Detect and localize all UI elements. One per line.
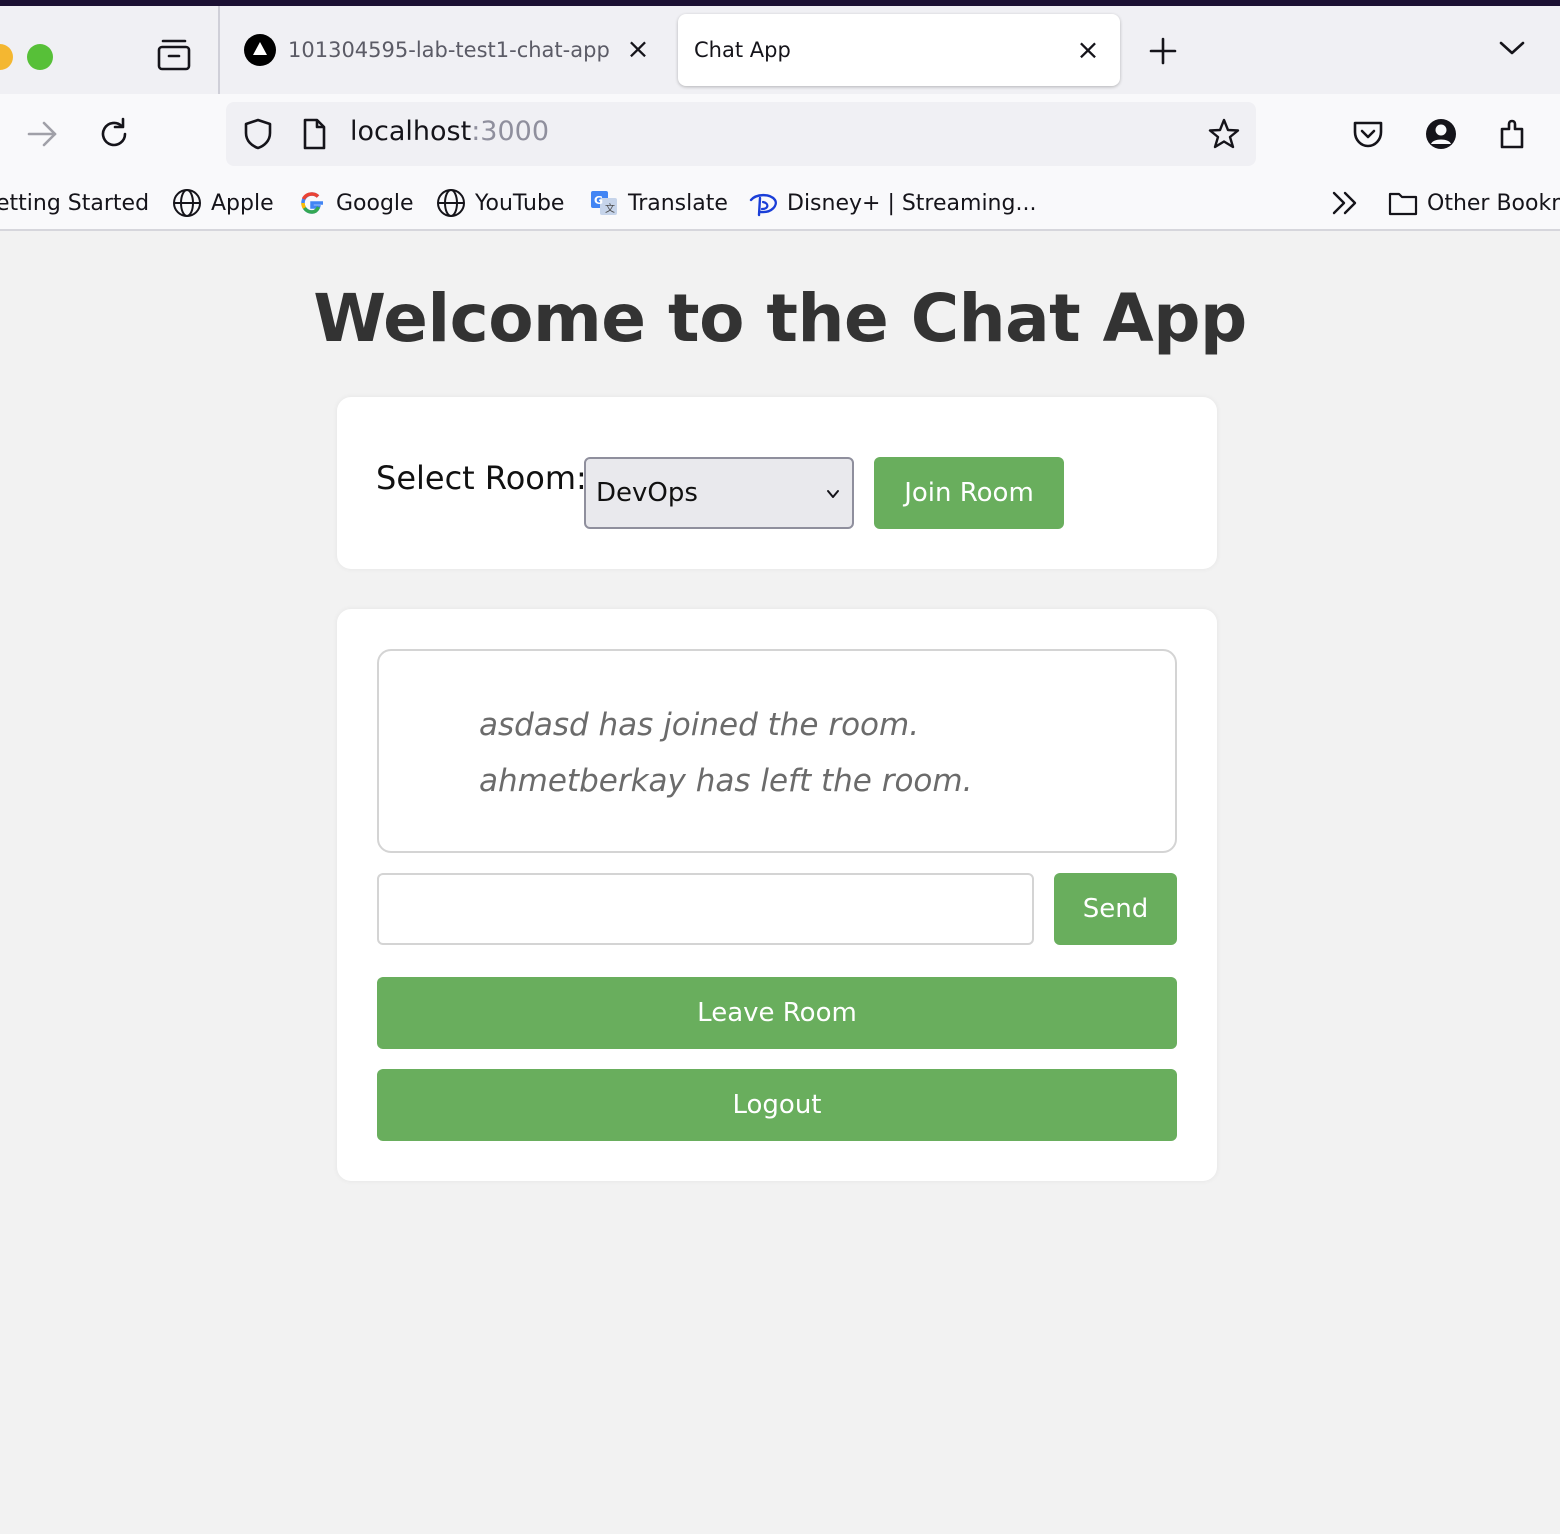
navigation-toolbar: localhost:3000 bbox=[0, 94, 1560, 174]
zoom-window-button[interactable] bbox=[27, 44, 53, 70]
forward-arrow-icon[interactable] bbox=[25, 117, 59, 151]
messages-panel[interactable]: asdasd has joined the room. ahmetberkay … bbox=[377, 649, 1177, 853]
bookmark-label: Apple bbox=[211, 190, 274, 216]
close-tab-icon[interactable]: × bbox=[626, 35, 650, 63]
join-room-button[interactable]: Join Room bbox=[874, 457, 1064, 529]
bookmark-google[interactable]: Google bbox=[297, 187, 414, 219]
star-bookmark-icon[interactable] bbox=[1207, 117, 1241, 151]
close-tab-icon[interactable]: × bbox=[1076, 36, 1100, 64]
bookmark-label: etting Started bbox=[0, 190, 150, 216]
extensions-icon[interactable] bbox=[1496, 117, 1530, 151]
tab-title: 101304595-lab-test1-chat-app bbox=[288, 38, 610, 62]
logout-button[interactable]: Logout bbox=[377, 1069, 1177, 1141]
tab-separator bbox=[218, 6, 220, 94]
reload-icon[interactable] bbox=[97, 117, 131, 151]
bookmark-youtube[interactable]: YouTube bbox=[436, 187, 564, 219]
other-bookmarks[interactable]: Other Bookm bbox=[1388, 187, 1560, 219]
message-list: asdasd has joined the room. ahmetberkay … bbox=[479, 705, 972, 817]
svg-text:文: 文 bbox=[605, 202, 615, 215]
chevron-down-icon bbox=[827, 490, 839, 498]
minimize-window-button[interactable] bbox=[0, 44, 13, 70]
globe-icon bbox=[437, 189, 465, 217]
globe-icon bbox=[173, 189, 201, 217]
folder-icon bbox=[1388, 192, 1418, 216]
svg-text:G: G bbox=[594, 194, 603, 207]
bookmark-apple[interactable]: Apple bbox=[172, 187, 274, 219]
system-message: asdasd has joined the room. bbox=[479, 707, 920, 743]
send-button[interactable]: Send bbox=[1054, 873, 1177, 945]
bookmark-translate[interactable]: G 文 Translate bbox=[589, 187, 728, 219]
bookmark-getting-started[interactable]: etting Started bbox=[0, 187, 149, 219]
bookmark-label: Google bbox=[336, 190, 414, 216]
chat-card: asdasd has joined the room. ahmetberkay … bbox=[337, 609, 1217, 1181]
room-select-value: DevOps bbox=[596, 478, 698, 508]
tab-chat-app[interactable]: Chat App × bbox=[678, 14, 1120, 86]
tab-bar: 101304595-lab-test1-chat-app × Chat App … bbox=[0, 6, 1560, 94]
url-port: :3000 bbox=[471, 116, 550, 147]
bookmarks-toolbar: etting Started Apple Google YouTube G 文 … bbox=[0, 174, 1560, 231]
chevron-down-icon[interactable] bbox=[1498, 38, 1526, 58]
new-tab-icon[interactable] bbox=[1148, 36, 1178, 66]
system-message: ahmetberkay has left the room. bbox=[479, 763, 973, 799]
bookmark-label: Disney+ | Streaming... bbox=[787, 190, 1037, 216]
tab-lab-test[interactable]: 101304595-lab-test1-chat-app × bbox=[236, 20, 660, 80]
translate-icon: G 文 bbox=[591, 191, 617, 215]
bookmark-label: YouTube bbox=[475, 190, 565, 216]
double-chevron-right-icon[interactable] bbox=[1330, 189, 1360, 217]
page-title: Welcome to the Chat App bbox=[313, 280, 1247, 357]
pocket-icon[interactable] bbox=[1351, 117, 1385, 151]
message-input[interactable] bbox=[377, 873, 1034, 945]
room-select[interactable]: DevOps bbox=[584, 457, 854, 529]
bookmark-label: Other Bookm bbox=[1427, 190, 1560, 216]
select-room-label: Select Room: bbox=[376, 459, 587, 497]
leave-room-button[interactable]: Leave Room bbox=[377, 977, 1177, 1049]
url-text[interactable]: localhost:3000 bbox=[350, 116, 549, 147]
address-bar[interactable]: localhost:3000 bbox=[226, 102, 1256, 166]
google-icon bbox=[301, 192, 323, 214]
account-icon[interactable] bbox=[1424, 117, 1458, 151]
bookmark-label: Translate bbox=[628, 190, 728, 216]
vercel-icon bbox=[244, 34, 276, 66]
bookmark-disney[interactable]: Disney+ | Streaming... bbox=[748, 187, 1036, 219]
tab-title: Chat App bbox=[694, 38, 791, 62]
room-selection-card: Select Room: DevOps Join Room bbox=[337, 397, 1217, 569]
disney-icon bbox=[749, 193, 777, 217]
url-host: localhost bbox=[350, 116, 472, 147]
page-icon[interactable] bbox=[297, 117, 331, 151]
shield-icon[interactable] bbox=[241, 117, 275, 151]
tab-tray-icon[interactable] bbox=[155, 36, 193, 74]
